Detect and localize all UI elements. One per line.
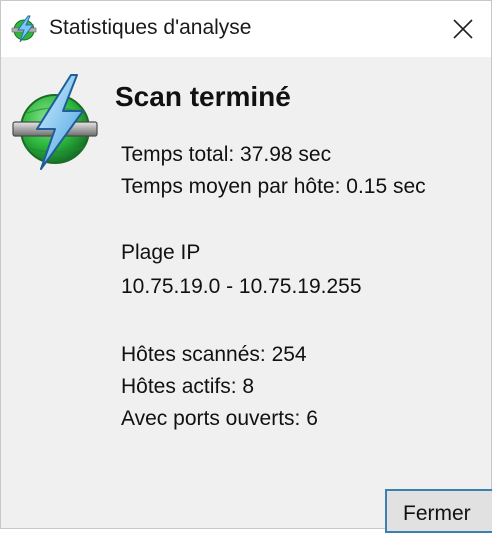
hosts-alive-text: Hôtes actifs: 8 [121,375,255,398]
window-title: Statistiques d'analyse [49,16,252,39]
close-button[interactable]: Fermer [385,489,492,533]
dialog-body: Scan terminé Temps total: 37.98 sec Temp… [1,57,492,533]
ip-range-label: Plage IP [121,241,201,264]
title-bar: Statistiques d'analyse [1,1,491,57]
avg-time-text: Temps moyen par hôte: 0.15 sec [121,175,426,198]
close-icon [453,19,473,39]
scan-statistics-dialog: Statistiques d'analyse Scan terminé Temp… [0,0,492,533]
total-time-text: Temps total: 37.98 sec [121,143,332,166]
hosts-scanned-text: Hôtes scannés: 254 [121,343,307,366]
ip-range-value: 10.75.19.0 - 10.75.19.255 [121,275,362,298]
close-window-button[interactable] [435,1,491,57]
hosts-open-ports-text: Avec ports ouverts: 6 [121,407,318,430]
scan-complete-icon [12,74,98,170]
scanner-bolt-icon [11,15,37,43]
scan-complete-heading: Scan terminé [115,81,291,112]
